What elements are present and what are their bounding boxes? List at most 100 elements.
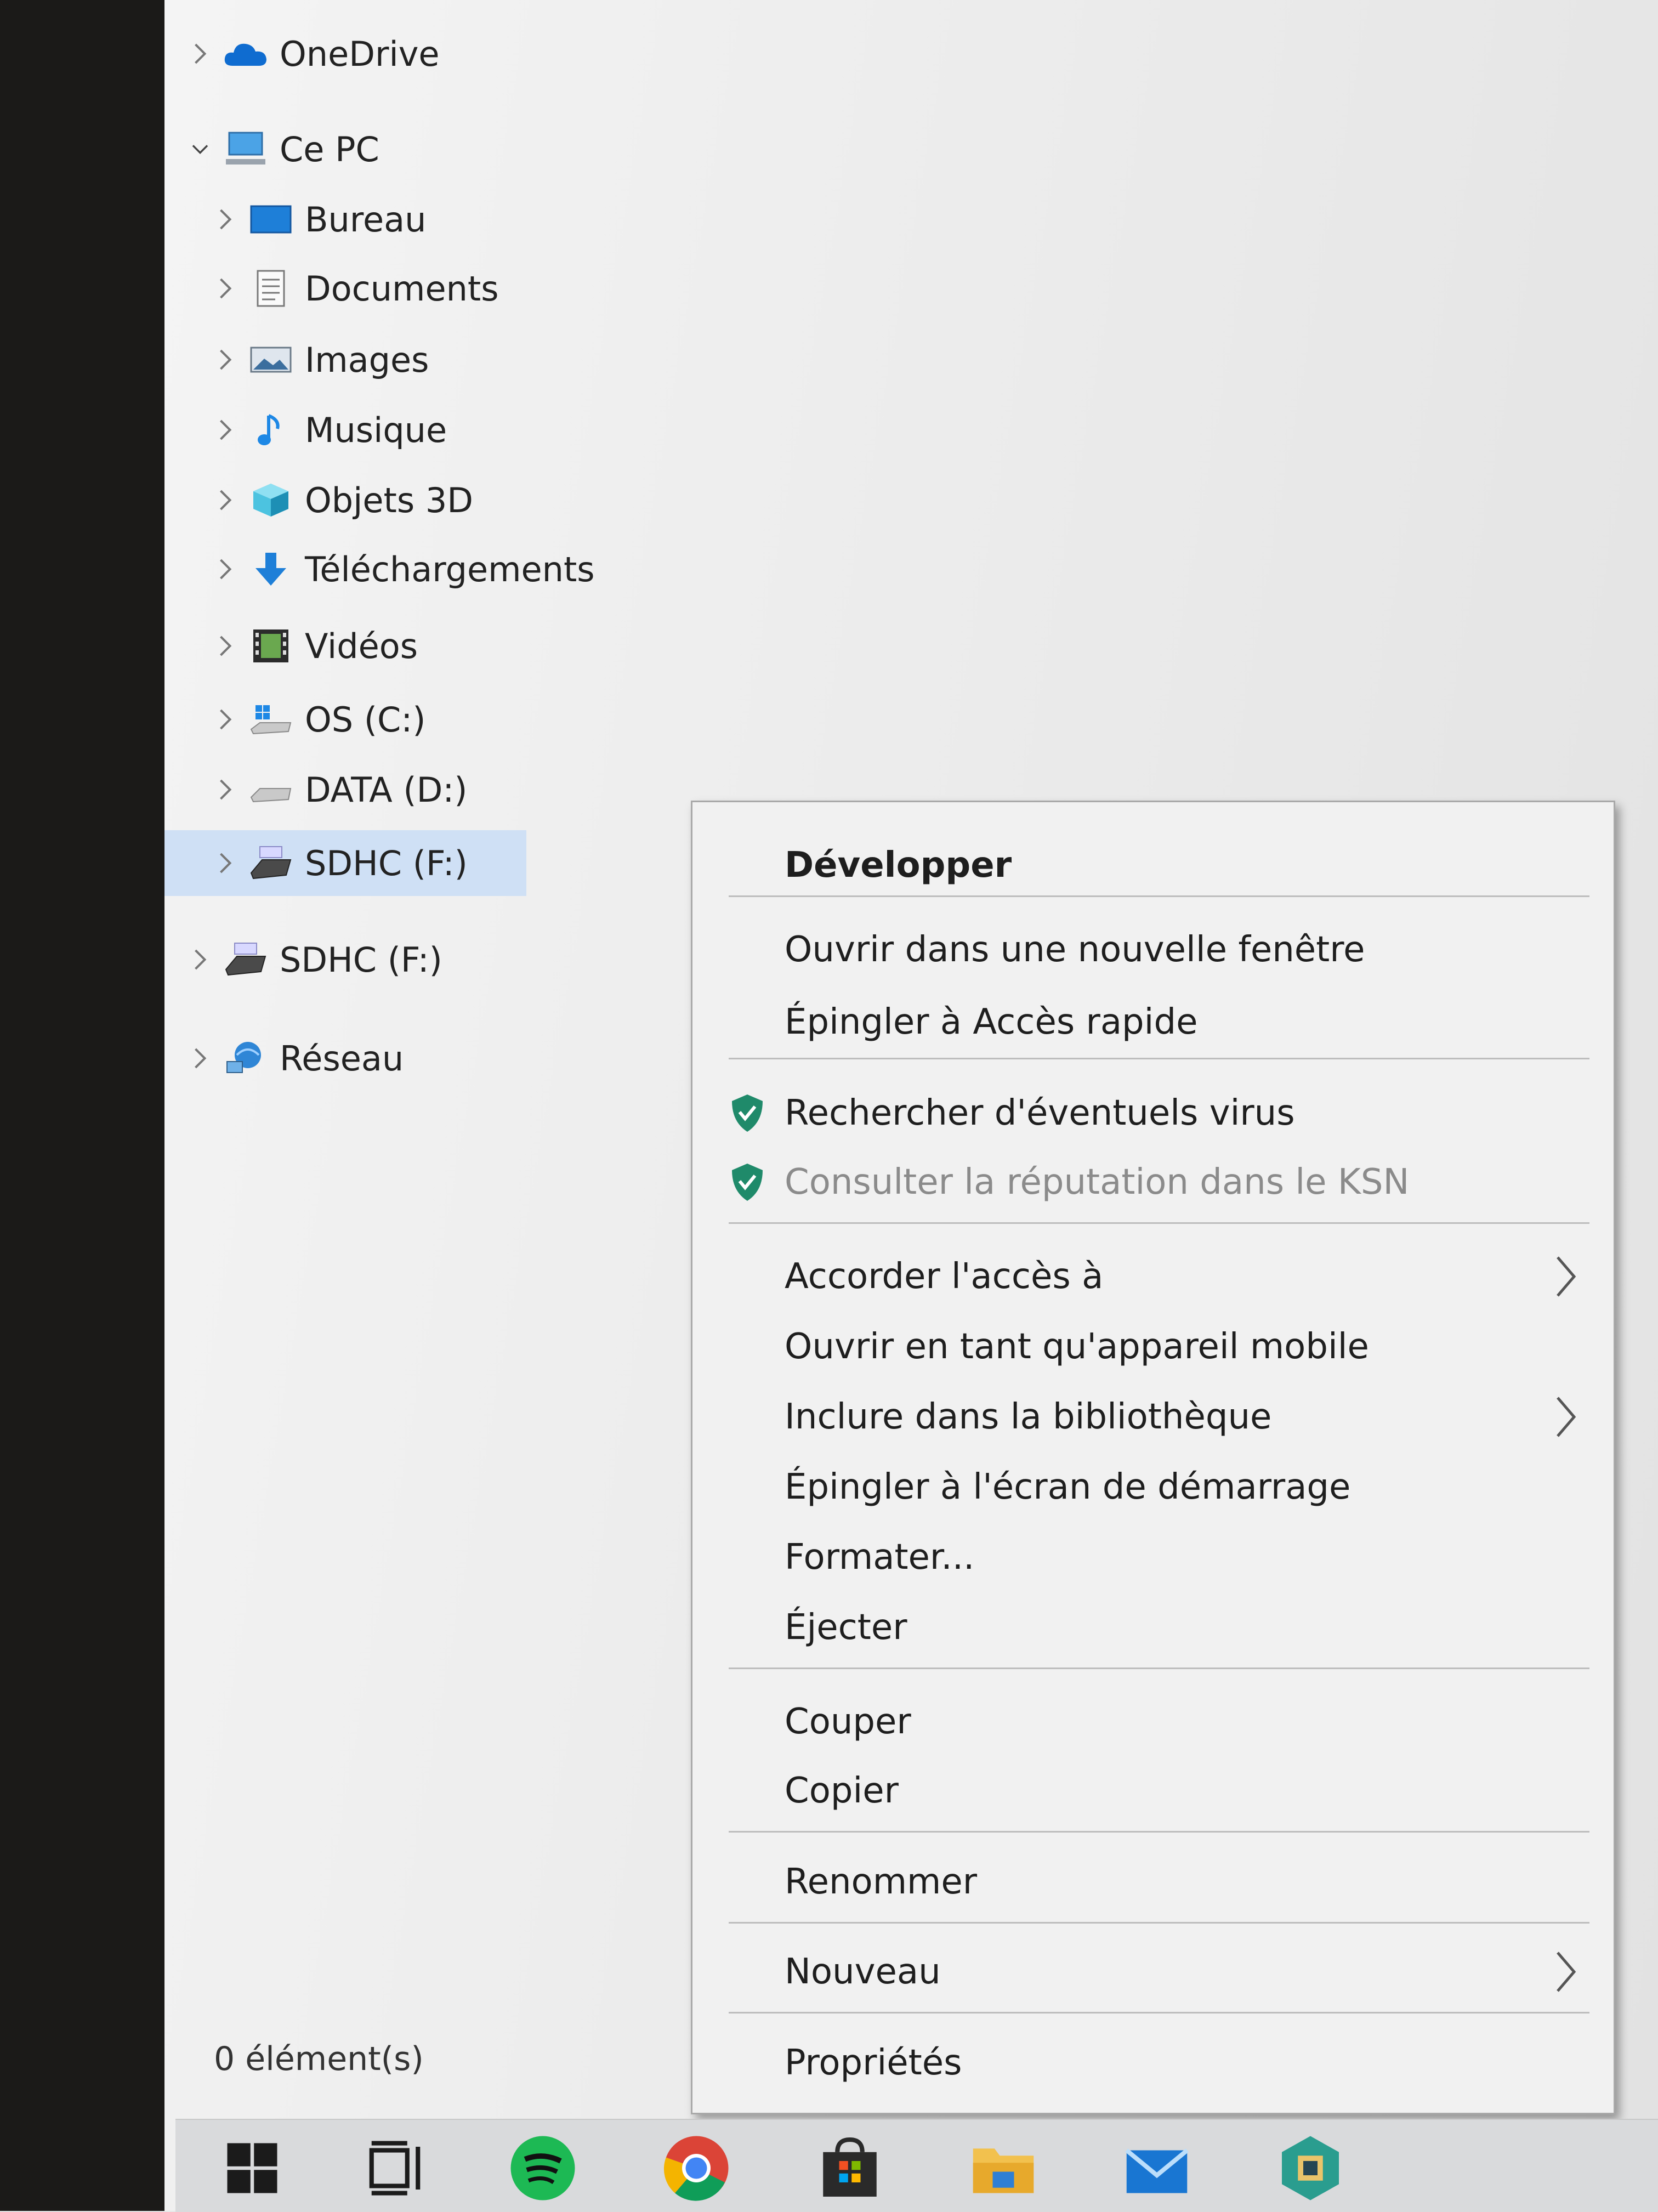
nav-item-label: DATA (D:) [305,769,468,810]
chevron-right-icon[interactable] [206,418,245,442]
nav-item-images[interactable]: Images [206,327,645,393]
nav-item-bureau[interactable]: Bureau [206,186,645,252]
chevron-right-icon[interactable] [206,488,245,512]
chevron-right-icon[interactable] [206,778,245,802]
chevron-right-icon[interactable] [206,634,245,658]
nav-item-label: SDHC (F:) [305,843,468,883]
chrome-icon[interactable] [658,2130,735,2207]
menu-separator [729,1831,1589,1833]
menu-item-inclure-bibliotheque[interactable]: Inclure dans la bibliothèque [692,1385,1614,1449]
menu-separator [729,1222,1589,1224]
chevron-right-icon[interactable] [206,707,245,731]
menu-separator [729,895,1589,897]
network-icon [219,1036,272,1080]
menu-item-rechercher-virus[interactable]: Rechercher d'éventuels virus [692,1081,1614,1145]
menu-item-appareil-mobile[interactable]: Ouvrir en tant qu'appareil mobile [692,1314,1614,1379]
kaspersky-shield-icon [730,1162,765,1202]
menu-item-label: Nouveau [785,1952,941,1992]
windows-start-icon[interactable] [214,2130,291,2207]
3d-objects-folder-icon [245,478,297,522]
menu-item-label: Ouvrir en tant qu'appareil mobile [785,1326,1369,1367]
nav-item-this-pc[interactable]: Ce PC [181,116,620,182]
onedrive-cloud-icon [219,32,272,76]
menu-separator [729,1667,1589,1669]
chevron-right-icon[interactable] [181,42,219,66]
menu-item-label: Ouvrir dans une nouvelle fenêtre [785,929,1365,970]
downloads-folder-icon [245,547,297,591]
menu-separator [729,1922,1589,1924]
nav-item-sdhc-f[interactable]: SDHC (F:) [181,927,620,992]
nav-item-videos[interactable]: Vidéos [206,613,645,679]
menu-item-label: Épingler à l'écran de démarrage [785,1467,1351,1507]
chevron-right-icon[interactable] [206,276,245,300]
chevron-right-icon[interactable] [206,851,245,875]
nav-item-reseau[interactable]: Réseau [181,1025,620,1091]
file-explorer-window: OneDrive Ce PC Bureau Documents Images M… [164,0,1658,2211]
kaspersky-shield-icon [730,1093,765,1133]
music-folder-icon [245,408,297,452]
documents-folder-icon [245,266,297,310]
chevron-right-icon[interactable] [181,1046,219,1070]
monitor-bezel [0,0,164,2211]
menu-item-developper[interactable]: Développer [692,833,1614,898]
chevron-right-icon [1552,1252,1580,1301]
chevron-right-icon[interactable] [181,948,219,972]
menu-item-accorder-acces[interactable]: Accorder l'accès à [692,1244,1614,1309]
app-icon[interactable] [1272,2130,1349,2207]
windows-drive-icon [245,697,297,741]
file-explorer-icon[interactable] [965,2130,1042,2207]
context-menu[interactable]: Développer Ouvrir dans une nouvelle fenê… [691,801,1615,2114]
navigation-pane[interactable]: OneDrive Ce PC Bureau Documents Images M… [164,0,595,2095]
menu-item-epingler-acces-rapide[interactable]: Épingler à Accès rapide [692,990,1614,1054]
mail-icon[interactable] [1118,2130,1195,2207]
status-bar-item-count: 0 élément(s) [214,2040,424,2078]
spotify-icon[interactable] [504,2130,581,2207]
nav-item-label: Musique [305,410,447,450]
menu-item-label: Formater... [785,1537,975,1578]
menu-item-proprietes[interactable]: Propriétés [692,2030,1614,2095]
menu-item-label: Développer [785,845,1012,886]
menu-item-couper[interactable]: Couper [692,1689,1614,1754]
taskbar [175,2119,1658,2212]
menu-item-label: Renommer [785,1862,978,1902]
menu-item-reputation-ksn: Consulter la réputation dans le KSN [692,1150,1614,1215]
microsoft-store-icon[interactable] [811,2130,888,2207]
menu-item-renommer[interactable]: Renommer [692,1850,1614,1914]
nav-item-sdhc-f-selected[interactable]: SDHC (F:) [164,830,526,896]
nav-item-musique[interactable]: Musique [206,397,645,463]
nav-item-label: Bureau [305,199,427,240]
sd-card-drive-icon [219,938,272,982]
nav-item-label: Ce PC [280,129,379,169]
menu-item-label: Accorder l'accès à [785,1256,1104,1297]
menu-item-ouvrir-nouvelle-fenetre[interactable]: Ouvrir dans une nouvelle fenêtre [692,917,1614,982]
nav-item-os-c[interactable]: OS (C:) [206,687,645,752]
menu-item-ejecter[interactable]: Éjecter [692,1595,1614,1660]
task-view-icon[interactable] [356,2130,433,2207]
nav-item-label: Téléchargements [305,549,595,589]
nav-item-documents[interactable]: Documents [206,256,645,321]
menu-separator [729,2012,1589,2014]
nav-item-objets-3d[interactable]: Objets 3D [206,467,645,533]
chevron-right-icon [1552,1947,1580,1997]
chevron-right-icon[interactable] [206,348,245,372]
menu-separator [729,1058,1589,1059]
nav-item-label: SDHC (F:) [280,939,442,980]
nav-item-label: Images [305,339,429,380]
chevron-down-icon[interactable] [181,137,219,161]
menu-item-label: Inclure dans la bibliothèque [785,1397,1272,1437]
menu-item-nouveau[interactable]: Nouveau [692,1939,1614,2004]
nav-item-onedrive[interactable]: OneDrive [181,21,620,87]
chevron-right-icon[interactable] [206,557,245,581]
menu-item-label: Propriétés [785,2043,962,2083]
menu-item-copier[interactable]: Copier [692,1759,1614,1823]
nav-item-label: OneDrive [280,33,440,74]
menu-item-formater[interactable]: Formater... [692,1525,1614,1590]
menu-item-epingler-ecran-demarrage[interactable]: Épingler à l'écran de démarrage [692,1455,1614,1519]
chevron-right-icon[interactable] [206,207,245,231]
pictures-folder-icon [245,338,297,382]
nav-item-telechargements[interactable]: Téléchargements [206,536,700,602]
nav-item-data-d[interactable]: DATA (D:) [206,757,645,823]
sd-card-drive-icon [245,841,297,885]
menu-item-label: Éjecter [785,1607,907,1648]
menu-item-label: Couper [785,1701,911,1742]
